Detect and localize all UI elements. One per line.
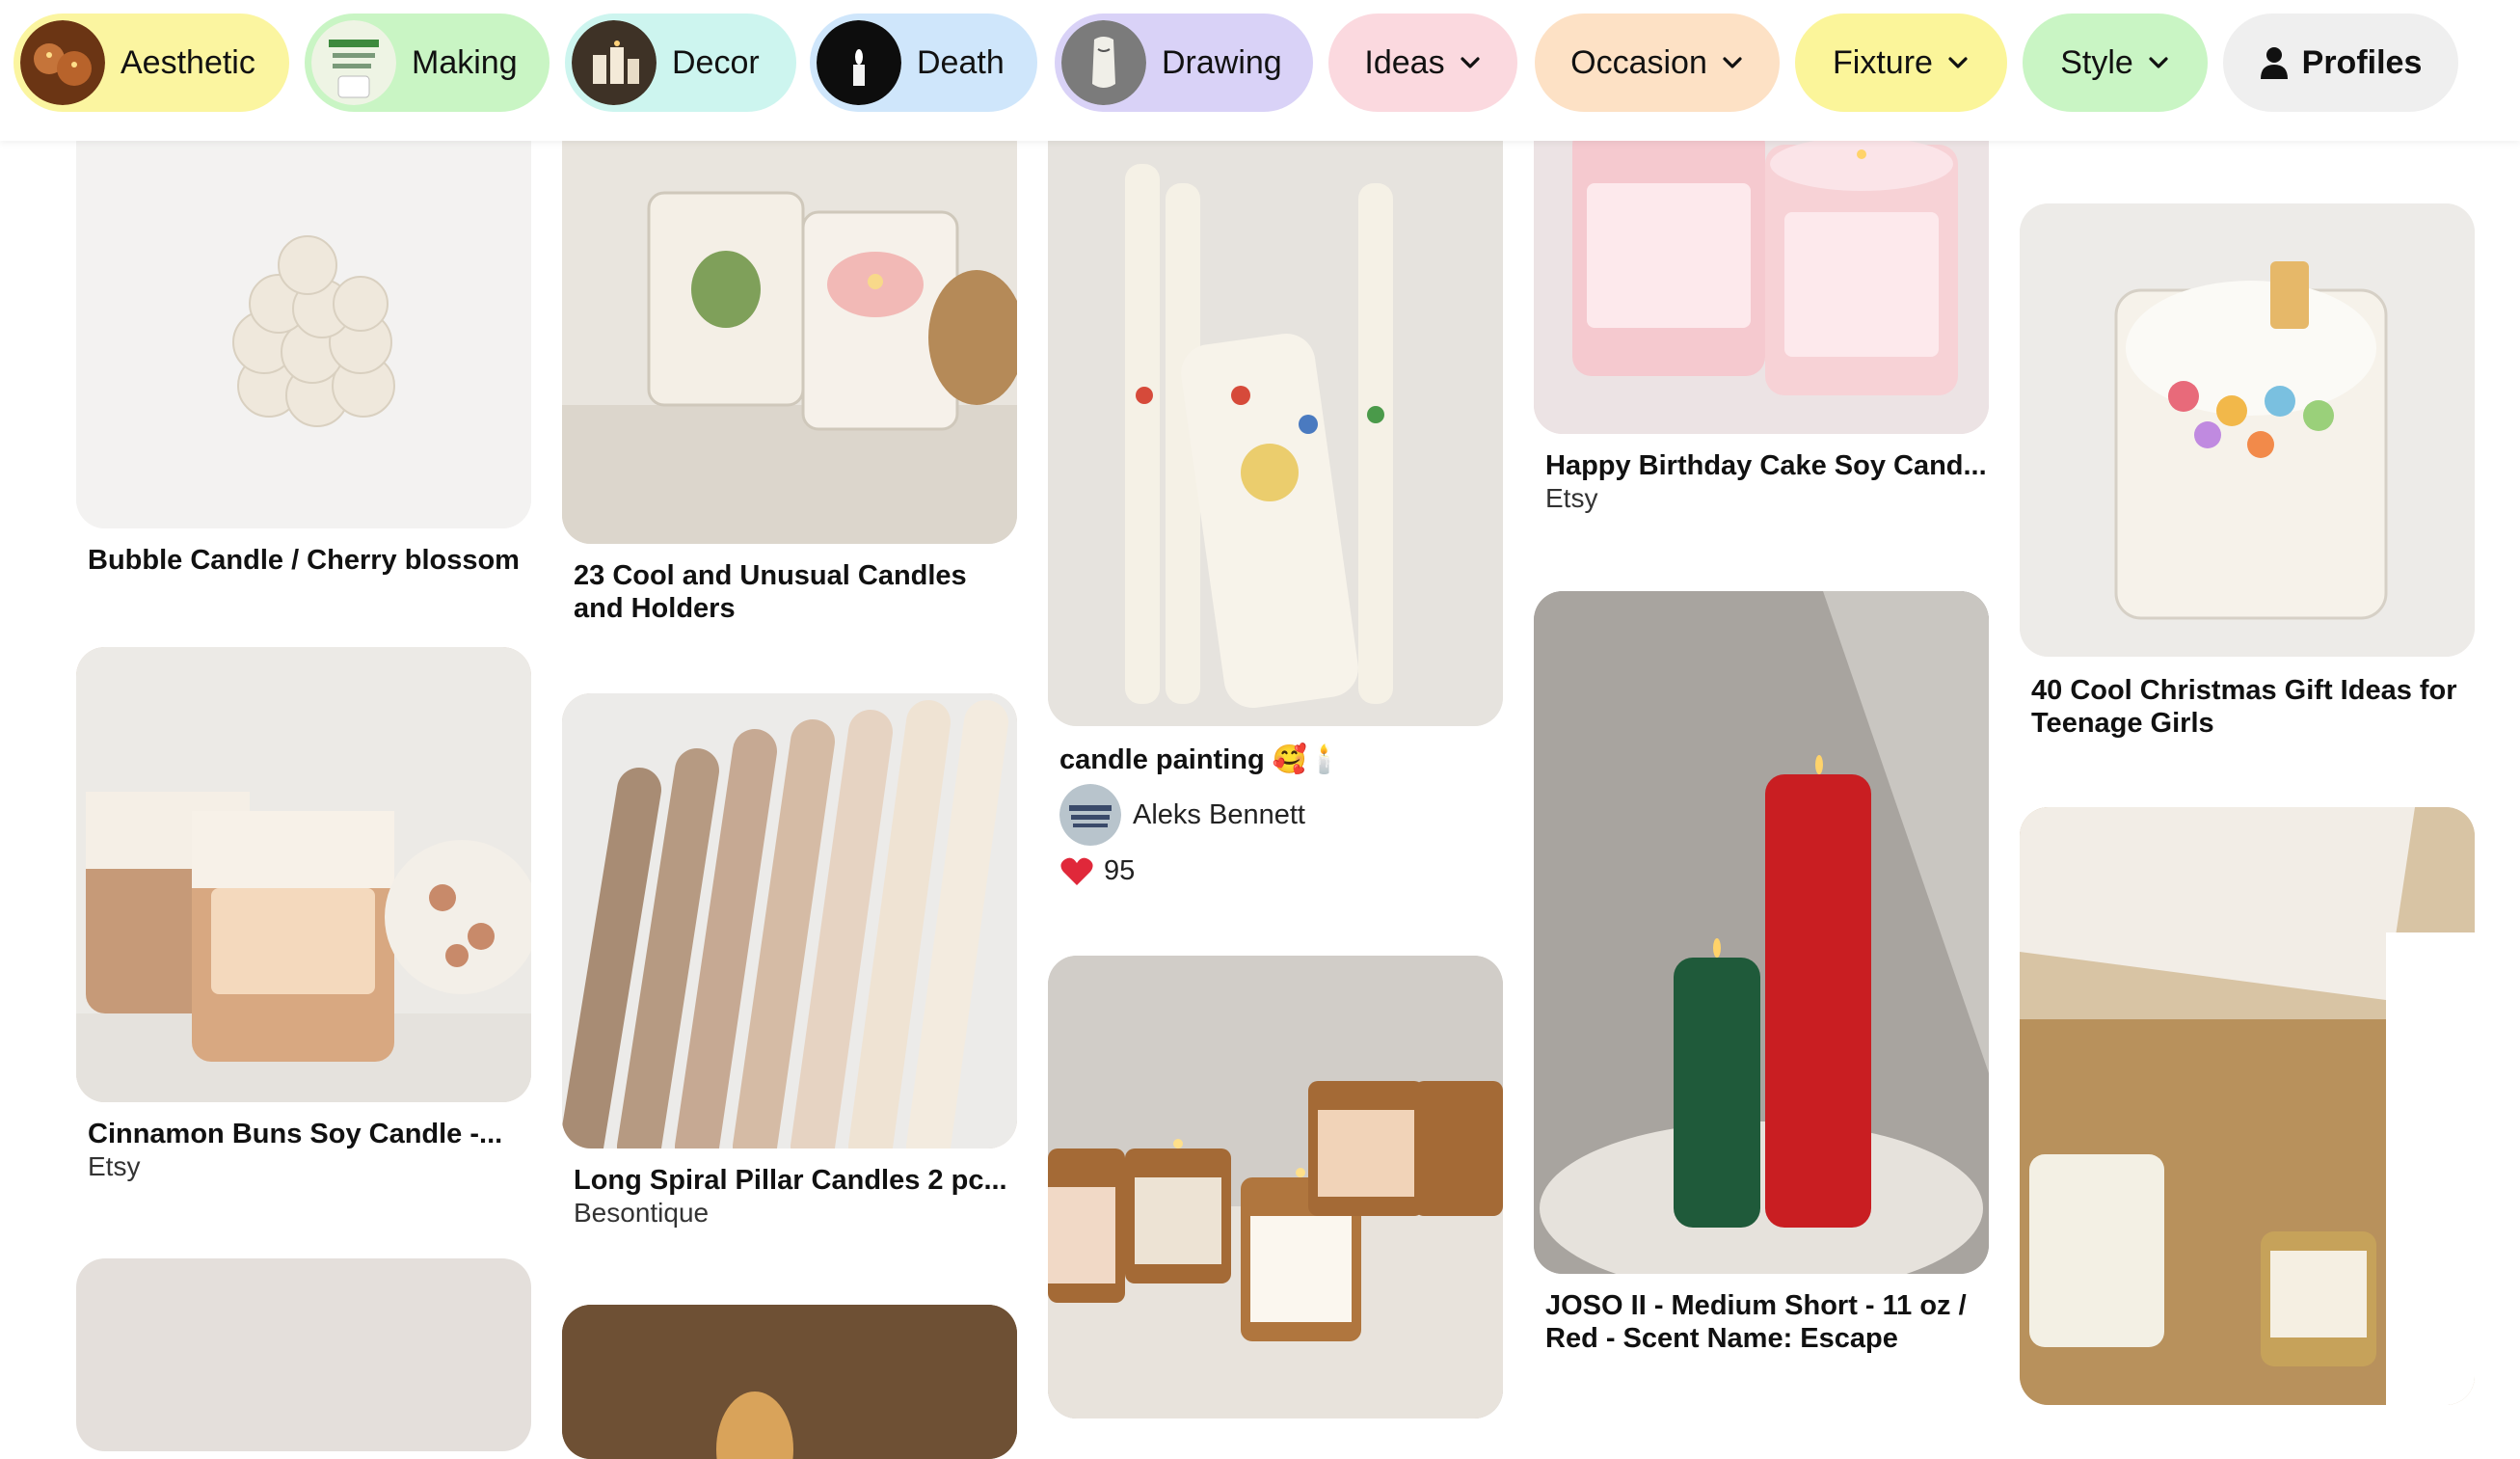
filter-chip-label: Making [412, 43, 518, 81]
profiles-label: Profiles [2301, 43, 2423, 81]
pin-title[interactable]: Long Spiral Pillar Candles 2 pc... [574, 1164, 1017, 1197]
bubble-candle-photo [76, 116, 531, 528]
filter-bar: Aesthetic Making Decor Death Drawing Ide… [0, 0, 2520, 141]
filter-chip-label: Drawing [1162, 43, 1282, 81]
pin-title[interactable]: Cinnamon Buns Soy Candle -... [88, 1118, 531, 1150]
filter-chip-label: Death [917, 43, 1005, 81]
painted-candles-photo [1048, 106, 1503, 726]
birthday-candle-photo [1534, 106, 1989, 434]
aesthetic-thumbnail [20, 20, 105, 105]
pin-image-spiral-candles[interactable] [562, 693, 1017, 1148]
pin-image-birthday-cake-candle[interactable] [1534, 106, 1989, 434]
dropdown-occasion[interactable]: Occasion [1535, 14, 1780, 112]
pin-title[interactable]: 40 Cool Christmas Gift Ideas for Teenage… [2031, 674, 2465, 740]
cereal-candle-photo [2020, 203, 2475, 657]
filter-chip-making[interactable]: Making [305, 14, 550, 112]
decor-thumbnail [572, 20, 657, 105]
dropdown-style[interactable]: Style [2023, 14, 2208, 112]
pillar-candles-photo [1534, 591, 1989, 1274]
pin-title[interactable]: Happy Birthday Cake Soy Cand... [1545, 449, 1989, 482]
pin-title[interactable]: 23 Cool and Unusual Candles and Holders [574, 559, 998, 625]
creator-avatar[interactable] [1059, 784, 1121, 846]
beeswax-candle-photo [562, 1305, 1017, 1459]
pin-title[interactable]: Bubble Candle / Cherry blossom [88, 544, 531, 577]
pin-image-col1-bottom[interactable] [76, 1258, 531, 1451]
dropdown-label: Fixture [1833, 43, 1933, 81]
pin-image-cinnamon-buns[interactable] [76, 647, 531, 1102]
pin-title[interactable]: candle painting 🥰🕯️ [1059, 743, 1503, 776]
filter-chip-label: Aesthetic [121, 43, 255, 81]
pin-image-bubble-candle[interactable] [76, 116, 531, 528]
filter-chip-aesthetic[interactable]: Aesthetic [13, 14, 289, 112]
reaction-count: 95 [1104, 855, 1136, 886]
chevron-down-icon [1460, 57, 1480, 68]
creator-name[interactable]: Aleks Bennett [1133, 799, 1305, 831]
filter-chip-decor[interactable]: Decor [565, 14, 796, 112]
profiles-button[interactable]: Profiles [2223, 14, 2458, 112]
chevron-down-icon [2149, 57, 2168, 68]
pin-source: Besontique [574, 1198, 710, 1228]
pin-image-cool-unusual-candles[interactable] [562, 116, 1017, 544]
dropdown-label: Ideas [1364, 43, 1445, 81]
dropdown-fixture[interactable]: Fixture [1795, 14, 2007, 112]
pin-image-candle-painting[interactable] [1048, 106, 1503, 726]
chevron-down-icon [1723, 57, 1742, 68]
dropdown-ideas[interactable]: Ideas [1328, 14, 1517, 112]
death-thumbnail [817, 20, 901, 105]
making-thumbnail [311, 20, 396, 105]
pin-title[interactable]: JOSO II - Medium Short - 11 oz / Red - S… [1545, 1289, 1979, 1355]
pin-image-self-love-candles[interactable] [1048, 956, 1503, 1418]
spiral-candles-photo [562, 693, 1017, 1148]
chevron-down-icon [1948, 57, 1968, 68]
filter-chip-label: Decor [672, 43, 760, 81]
cactus-candle-photo [562, 116, 1017, 544]
filter-chip-drawing[interactable]: Drawing [1055, 14, 1313, 112]
cinnamon-candle-photo [76, 647, 531, 1102]
pin-image-gift-box[interactable] [2020, 807, 2475, 1405]
dropdown-label: Style [2060, 43, 2133, 81]
drawing-thumbnail [1061, 20, 1146, 105]
jar-candles-photo [1048, 956, 1503, 1418]
pin-image-col2-bottom[interactable] [562, 1305, 1017, 1459]
pin-source: Etsy [1545, 483, 1598, 513]
person-icon [2260, 47, 2288, 79]
heart-icon [1060, 857, 1093, 885]
pin-source: Etsy [88, 1151, 141, 1181]
filter-chip-death[interactable]: Death [810, 14, 1037, 112]
candle-gift-box-photo [2020, 807, 2475, 1405]
pin-image-cereal-candle[interactable] [2020, 203, 2475, 657]
pin-image-joso-candle[interactable] [1534, 591, 1989, 1274]
dropdown-label: Occasion [1570, 43, 1707, 81]
